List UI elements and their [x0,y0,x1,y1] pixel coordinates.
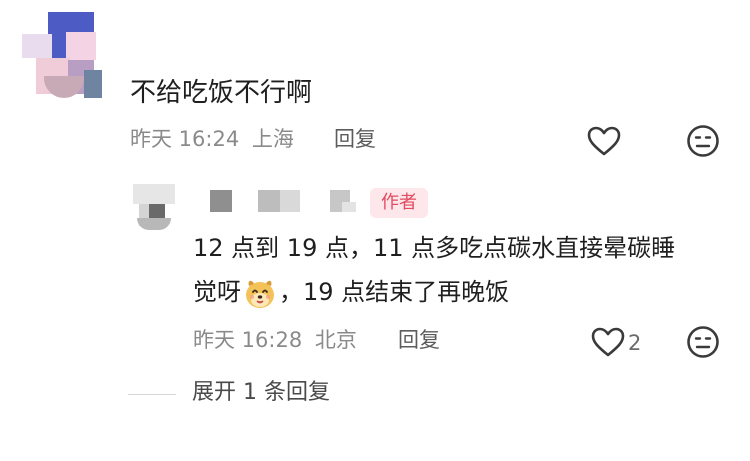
reply-text-segment: 觉呀 [193,278,241,306]
author-badge: 作者 [370,188,428,218]
commenter-avatar[interactable] [22,12,102,98]
comment-location: 上海 [251,127,294,151]
reply-text-line-1: 12 点到 19 点，11 点多吃点碳水直接晕碳睡 [193,234,676,262]
like-count: 2 [628,331,642,355]
reply-author-name[interactable] [210,186,360,216]
smiling-dog-emoji [243,276,277,310]
reply-author-avatar[interactable] [133,184,175,232]
reply-reply-button[interactable]: 回复 [398,327,440,353]
expand-divider [128,394,176,395]
comment-time: 昨天 16:24 [130,127,240,151]
reply-text-line-2: 觉呀 ，19 点结束了再晚饭 [193,275,509,310]
expand-replies-button[interactable]: 展开 1 条回复 [192,379,330,407]
reply-location: 北京 [314,328,357,352]
comment-reply-button[interactable]: 回复 [334,126,376,152]
reply-meta: 昨天 16:28 北京 [193,327,357,353]
heart-icon[interactable] [584,122,624,160]
reply-time: 昨天 16:28 [193,328,303,352]
reply-text-segment: ，19 点结束了再晚饭 [279,278,510,306]
heart-icon[interactable] [588,323,628,361]
neutral-face-icon[interactable] [684,122,722,160]
comment-meta: 昨天 16:24 上海 [130,126,294,152]
comment-text: 不给吃饭不行啊 [130,78,313,108]
neutral-face-icon[interactable] [684,323,722,361]
